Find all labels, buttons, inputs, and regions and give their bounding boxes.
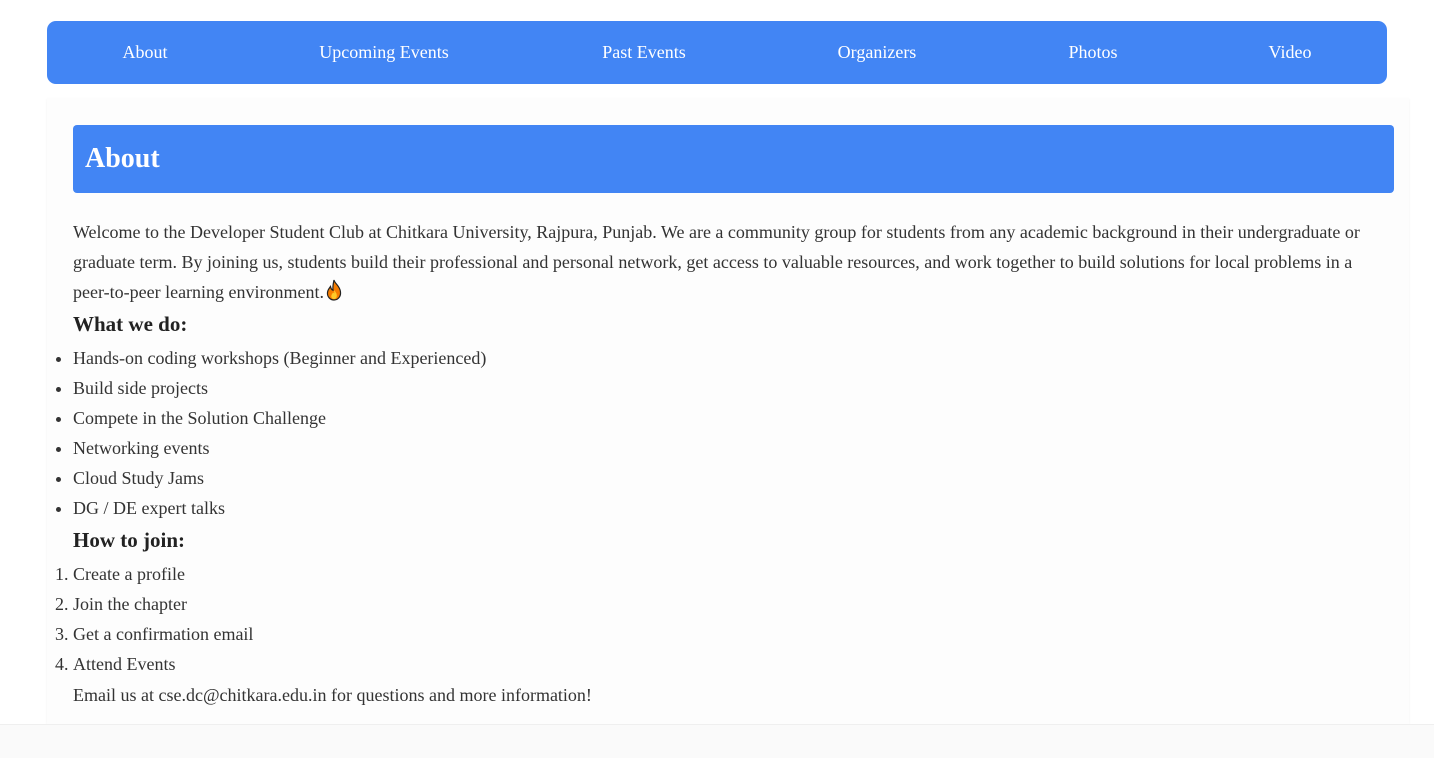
list-item: Compete in the Solution Challenge <box>73 403 486 433</box>
nav-video[interactable]: Video <box>1269 21 1312 84</box>
page: About Upcoming Events Past Events Organi… <box>0 0 1434 758</box>
about-header: About <box>73 125 1394 193</box>
about-title: About <box>85 143 160 174</box>
footer-band <box>0 724 1434 758</box>
nav-photos[interactable]: Photos <box>1068 21 1117 84</box>
top-navbar: About Upcoming Events Past Events Organi… <box>47 21 1387 84</box>
list-item: Build side projects <box>73 373 486 403</box>
list-item: Get a confirmation email <box>73 619 253 649</box>
how-to-join-list: Create a profile Join the chapter Get a … <box>73 559 253 679</box>
nav-about[interactable]: About <box>123 21 168 84</box>
how-to-join-heading: How to join: <box>73 528 185 552</box>
list-item: Cloud Study Jams <box>73 463 486 493</box>
list-item: Attend Events <box>73 649 253 679</box>
nav-past-events[interactable]: Past Events <box>602 21 686 84</box>
list-item: Networking events <box>73 433 486 463</box>
list-item: Create a profile <box>73 559 253 589</box>
list-item: Hands-on coding workshops (Beginner and … <box>73 343 486 373</box>
what-we-do-heading: What we do: <box>73 312 188 336</box>
intro-text: Welcome to the Developer Student Club at… <box>73 222 1360 302</box>
what-we-do-list: Hands-on coding workshops (Beginner and … <box>73 343 486 523</box>
list-item: DG / DE expert talks <box>73 493 486 523</box>
fire-icon <box>325 279 343 310</box>
contact-note: Email us at cse.dc@chitkara.edu.in for q… <box>73 685 592 705</box>
nav-organizers[interactable]: Organizers <box>838 21 917 84</box>
nav-upcoming-events[interactable]: Upcoming Events <box>319 21 448 84</box>
list-item: Join the chapter <box>73 589 253 619</box>
intro-paragraph: Welcome to the Developer Student Club at… <box>73 217 1383 310</box>
